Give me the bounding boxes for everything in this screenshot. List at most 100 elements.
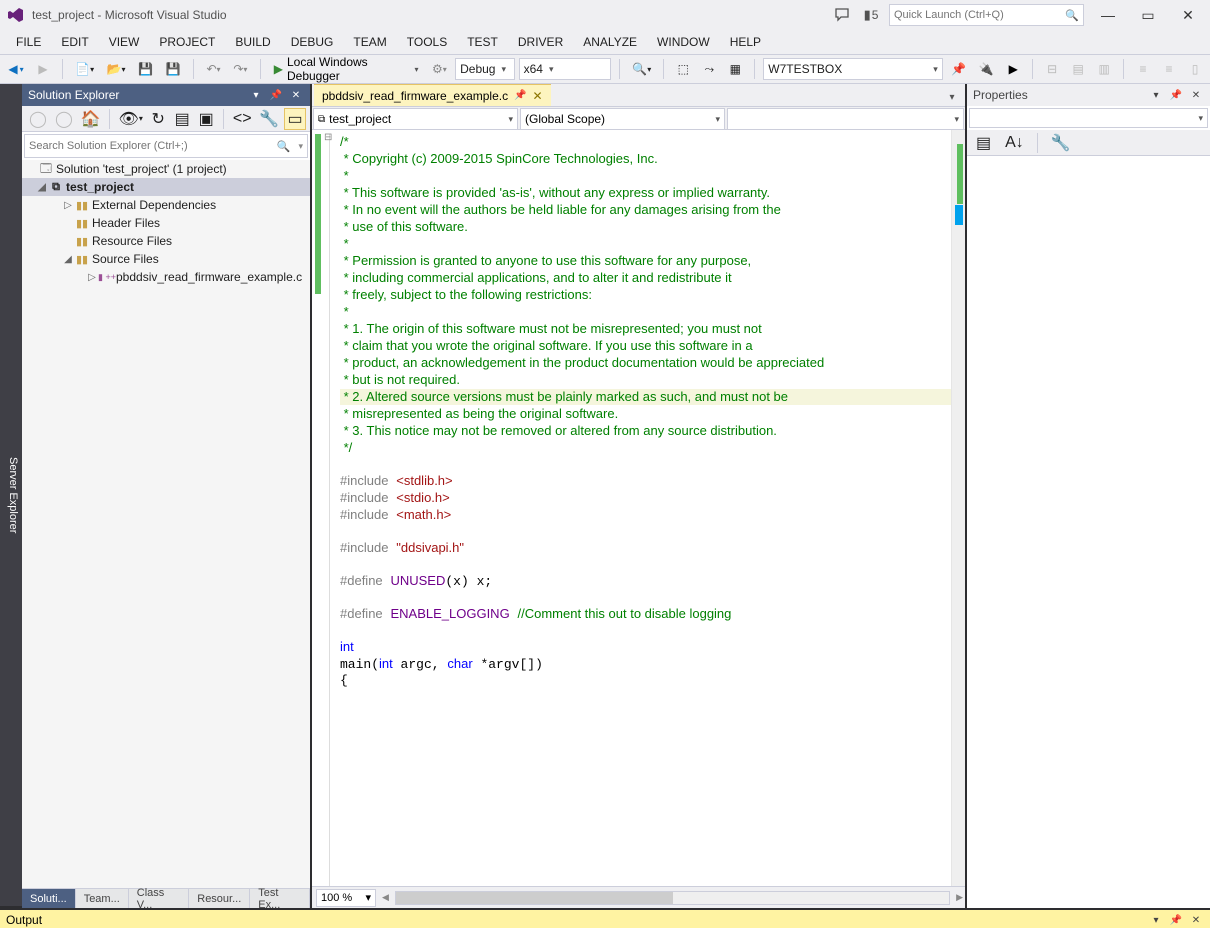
step-btn1[interactable]: ⊟ xyxy=(1041,58,1063,80)
hscroll-left-icon[interactable]: ◀ xyxy=(380,892,391,903)
properties-object-dropdown[interactable]: ▾ xyxy=(969,108,1208,128)
nav-back-button[interactable]: ◀▾ xyxy=(4,58,28,80)
tab-team-explorer[interactable]: Team... xyxy=(76,889,129,908)
se-refresh-icon[interactable]: 👁▾ xyxy=(116,108,145,130)
start-debug-button[interactable]: ▶ Local Windows Debugger ▾ xyxy=(269,58,424,80)
tab-resource-view[interactable]: Resour... xyxy=(189,889,250,908)
nav-scope-dropdown[interactable]: (Global Scope)▾ xyxy=(520,108,725,130)
external-deps-node[interactable]: ▷▮▮External Dependencies xyxy=(22,196,310,214)
property-pages-icon[interactable]: 🔧 xyxy=(1046,132,1076,154)
open-file-button[interactable]: 📂▾ xyxy=(102,58,129,80)
project-node[interactable]: ◢⧉test_project xyxy=(22,178,310,196)
se-back-icon[interactable]: ◯ xyxy=(26,108,50,130)
new-project-button[interactable]: 📄▾ xyxy=(71,58,98,80)
menu-analyze[interactable]: ANALYZE xyxy=(573,32,647,52)
zoom-dropdown[interactable]: 100 %▾ xyxy=(316,889,376,907)
run-button2[interactable]: ▶ xyxy=(1002,58,1024,80)
se-preview-icon[interactable]: ▭ xyxy=(284,108,306,130)
redo-button[interactable]: ↷▾ xyxy=(229,58,252,80)
alphabetical-icon[interactable]: A↓ xyxy=(1000,132,1029,154)
attach-button[interactable]: 🔌 xyxy=(975,58,999,80)
menu-debug[interactable]: DEBUG xyxy=(281,32,344,52)
driverbtn1[interactable]: ⬚ xyxy=(672,58,694,80)
menu-file[interactable]: FILE xyxy=(6,32,51,52)
se-fwd-icon[interactable]: ◯ xyxy=(52,108,76,130)
menu-build[interactable]: BUILD xyxy=(225,32,280,52)
undo-button[interactable]: ↶▾ xyxy=(202,58,225,80)
pane-pin-icon[interactable]: 📌 xyxy=(268,87,284,103)
toolbox-tab[interactable]: Toolbox xyxy=(0,84,4,906)
solution-search-input[interactable] xyxy=(25,140,273,152)
server-explorer-tab[interactable]: Server Explorer xyxy=(4,84,22,906)
source-file-node[interactable]: ▷▮ ++pbddsiv_read_firmware_example.c xyxy=(22,268,310,286)
quick-launch-input[interactable] xyxy=(890,9,1061,21)
driverbtn3[interactable]: ▦ xyxy=(724,58,746,80)
pane-close-icon[interactable]: ✕ xyxy=(1188,912,1204,928)
pane-pin-icon[interactable]: 📌 xyxy=(1168,87,1184,103)
debug-type-button[interactable]: ⚙▾ xyxy=(428,58,452,80)
menu-view[interactable]: VIEW xyxy=(99,32,150,52)
source-files-node[interactable]: ◢▮▮Source Files xyxy=(22,250,310,268)
code-editor[interactable]: ⊟ /* * Copyright (c) 2009-2015 SpinCore … xyxy=(312,130,965,886)
deploy-button[interactable]: 📌 xyxy=(947,58,971,80)
solution-node[interactable]: 🗔Solution 'test_project' (1 project) xyxy=(22,160,310,178)
menu-test[interactable]: TEST xyxy=(457,32,508,52)
se-props-icon[interactable]: 🔧 xyxy=(257,108,283,130)
se-home-icon[interactable]: 🏠 xyxy=(78,108,104,130)
save-button[interactable]: 💾 xyxy=(134,58,158,80)
menu-tools[interactable]: TOOLS xyxy=(397,32,457,52)
step-btn2[interactable]: ▤ xyxy=(1067,58,1089,80)
menu-team[interactable]: TEAM xyxy=(343,32,396,52)
solution-platform-dropdown[interactable]: x64▾ xyxy=(519,58,611,80)
feedback-icon[interactable] xyxy=(833,5,853,25)
document-tab-list-icon[interactable]: ▾ xyxy=(943,88,961,106)
nav-member-dropdown[interactable]: ▾ xyxy=(727,108,964,130)
close-tab-icon[interactable]: ✕ xyxy=(533,89,543,103)
find-in-files-button[interactable]: 🔍▾ xyxy=(628,58,655,80)
nav-fwd-button[interactable]: ▶ xyxy=(32,58,54,80)
indent-btn3[interactable]: ▯ xyxy=(1184,58,1206,80)
pane-close-icon[interactable]: ✕ xyxy=(1188,87,1204,103)
se-code-icon[interactable]: <> xyxy=(230,108,255,130)
menu-project[interactable]: PROJECT xyxy=(149,32,225,52)
document-tab[interactable]: pbddsiv_read_firmware_example.c 📌 ✕ xyxy=(314,84,551,106)
menu-window[interactable]: WINDOW xyxy=(647,32,720,52)
pane-pin-icon[interactable]: 📌 xyxy=(1168,912,1184,928)
menu-help[interactable]: HELP xyxy=(720,32,771,52)
menu-edit[interactable]: EDIT xyxy=(51,32,98,52)
maximize-button[interactable]: ▭ xyxy=(1132,4,1164,26)
properties-grid[interactable] xyxy=(967,156,1210,908)
step-btn3[interactable]: ▥ xyxy=(1093,58,1115,80)
se-sync-icon[interactable]: ↻ xyxy=(147,108,169,130)
horizontal-scrollbar[interactable] xyxy=(395,891,950,905)
pane-dropdown-icon[interactable]: ▾ xyxy=(1148,912,1164,928)
save-all-button[interactable]: 💾 xyxy=(161,58,185,80)
pane-dropdown-icon[interactable]: ▾ xyxy=(1148,87,1164,103)
close-button[interactable]: ✕ xyxy=(1172,4,1204,26)
categorized-icon[interactable]: ▤ xyxy=(971,132,996,154)
minimize-button[interactable]: — xyxy=(1092,4,1124,26)
tab-class-view[interactable]: Class V... xyxy=(129,889,189,908)
indent-btn2[interactable]: ≡ xyxy=(1158,58,1180,80)
search-dd-icon[interactable]: ▾ xyxy=(294,141,307,152)
solution-config-dropdown[interactable]: Debug▾ xyxy=(455,58,515,80)
solution-tree[interactable]: 🗔Solution 'test_project' (1 project) ◢⧉t… xyxy=(22,160,310,888)
scroll-indicator[interactable] xyxy=(951,130,965,886)
driverbtn2[interactable]: ⤳ xyxy=(698,58,720,80)
solution-search[interactable]: 🔍 ▾ xyxy=(24,134,308,158)
pane-dropdown-icon[interactable]: ▾ xyxy=(248,87,264,103)
resource-files-node[interactable]: ▮▮Resource Files xyxy=(22,232,310,250)
remote-target-dropdown[interactable]: W7TESTBOX▾ xyxy=(763,58,943,80)
hscroll-right-icon[interactable]: ▶ xyxy=(954,892,965,903)
tab-solution-explorer[interactable]: Soluti... xyxy=(22,889,76,908)
tab-test-explorer[interactable]: Test Ex... xyxy=(250,889,310,908)
nav-project-dropdown[interactable]: ⧉test_project▾ xyxy=(313,108,518,130)
quick-launch[interactable]: 🔍 xyxy=(889,4,1084,26)
pane-close-icon[interactable]: ✕ xyxy=(288,87,304,103)
pin-icon[interactable]: 📌 xyxy=(514,90,526,101)
indent-btn1[interactable]: ≡ xyxy=(1132,58,1154,80)
menu-driver[interactable]: DRIVER xyxy=(508,32,573,52)
se-collapse-icon[interactable]: ▣ xyxy=(195,108,217,130)
notifications-icon[interactable]: ▮5 xyxy=(861,5,881,25)
se-showall-icon[interactable]: ▤ xyxy=(171,108,193,130)
